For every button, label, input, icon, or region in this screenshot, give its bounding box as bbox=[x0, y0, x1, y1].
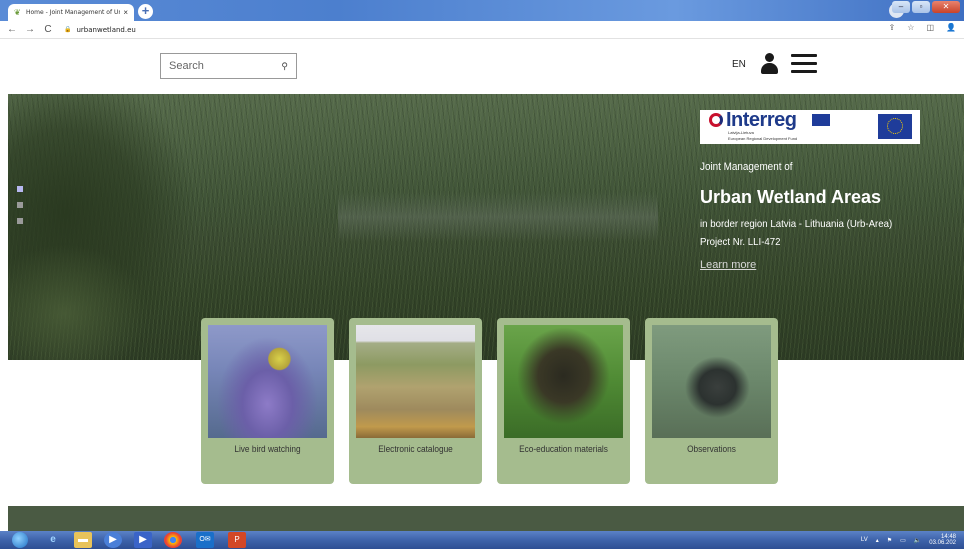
address-bar: ← → C 🔒 urbanwetland.eu ⇪ ☆ ◫ 👤 bbox=[0, 21, 964, 39]
card-eco-education[interactable]: Eco-education materials bbox=[497, 318, 630, 484]
system-tray: LV ▴ ⚑ ▭ 🔈 14:48 03.06.202 bbox=[861, 534, 956, 546]
card-label: Live bird watching bbox=[234, 444, 301, 454]
browser-tab[interactable]: ❦ Home - Joint Management of Ur × bbox=[8, 4, 134, 21]
interreg-logo: Interreg Latvija-Lietuva European Region… bbox=[700, 109, 920, 144]
media-icon[interactable]: ▶ bbox=[134, 532, 152, 548]
flag-icon[interactable]: ⚑ bbox=[887, 537, 892, 544]
url-text: urbanwetland.eu bbox=[76, 25, 136, 34]
lock-icon: 🔒 bbox=[64, 26, 72, 33]
start-button-icon[interactable] bbox=[12, 532, 28, 548]
forward-icon[interactable]: → bbox=[24, 24, 36, 35]
card-image bbox=[208, 325, 327, 438]
leaf-favicon-icon: ❦ bbox=[14, 7, 21, 17]
clock[interactable]: 14:48 03.06.202 bbox=[929, 534, 956, 546]
card-label: Observations bbox=[687, 444, 736, 454]
search-input[interactable] bbox=[169, 60, 282, 72]
address-bar-actions: ⇪ ☆ ◫ 👤 bbox=[889, 23, 956, 32]
learn-more-link[interactable]: Learn more bbox=[700, 259, 756, 271]
hamburger-menu-icon[interactable] bbox=[791, 54, 817, 74]
logo-subtitle: European Regional Development Fund bbox=[728, 136, 798, 141]
card-label: Eco-education materials bbox=[519, 444, 608, 454]
outlook-icon[interactable]: O✉ bbox=[196, 532, 214, 548]
site-header: ⚲ EN bbox=[0, 39, 964, 94]
back-icon[interactable]: ← bbox=[6, 24, 18, 35]
sidepanel-icon[interactable]: ◫ bbox=[926, 23, 934, 32]
star-icon[interactable]: ☆ bbox=[907, 23, 914, 32]
eu-flag-icon bbox=[812, 114, 830, 126]
slider-dot[interactable] bbox=[17, 186, 23, 192]
card-observations[interactable]: Observations bbox=[645, 318, 778, 484]
footer-band bbox=[8, 506, 964, 531]
url-field[interactable]: 🔒 urbanwetland.eu bbox=[64, 26, 136, 34]
hero-subtitle: Joint Management of bbox=[700, 161, 793, 173]
tab-close-icon[interactable]: × bbox=[123, 8, 128, 17]
card-image bbox=[356, 325, 475, 438]
interreg-swirl-icon bbox=[709, 113, 723, 127]
card-image bbox=[504, 325, 623, 438]
window-close-icon[interactable]: ✕ bbox=[932, 1, 960, 13]
os-taskbar: e ▬ ▶ ▶ O✉ P LV ▴ ⚑ ▭ 🔈 14:48 03.06.202 bbox=[0, 531, 964, 549]
card-label: Electronic catalogue bbox=[378, 444, 453, 454]
keyboard-language[interactable]: LV bbox=[861, 537, 868, 543]
logo-subtitle: Latvija-Lietuva bbox=[728, 130, 754, 135]
share-icon[interactable]: ⇪ bbox=[889, 23, 896, 32]
chrome-icon[interactable] bbox=[164, 532, 182, 548]
network-icon[interactable]: ▭ bbox=[900, 537, 906, 544]
new-tab-button[interactable]: + bbox=[138, 4, 153, 19]
tab-title: Home - Joint Management of Ur bbox=[26, 9, 121, 16]
user-icon[interactable] bbox=[759, 53, 779, 75]
meet-icon[interactable]: ▶ bbox=[104, 532, 122, 548]
browser-tabstrip: ❦ Home - Joint Management of Ur × + ⌄ – … bbox=[0, 0, 964, 21]
minimize-icon[interactable]: – bbox=[892, 1, 910, 13]
hero-title: Urban Wetland Areas bbox=[700, 187, 882, 207]
maximize-icon[interactable]: ▫ bbox=[912, 1, 930, 13]
slider-dot[interactable] bbox=[17, 218, 23, 224]
card-live-bird-watching[interactable]: Live bird watching bbox=[201, 318, 334, 484]
powerpoint-icon[interactable]: P bbox=[228, 532, 246, 548]
folder-icon[interactable]: ▬ bbox=[74, 532, 92, 548]
reload-icon[interactable]: C bbox=[42, 24, 54, 35]
eu-flag-icon bbox=[878, 114, 912, 139]
card-image bbox=[652, 325, 771, 438]
ie-icon[interactable]: e bbox=[44, 532, 62, 548]
window-controls: – ▫ ✕ bbox=[892, 1, 960, 13]
slider-dot[interactable] bbox=[17, 202, 23, 208]
profile-icon[interactable]: 👤 bbox=[946, 23, 956, 32]
search-icon[interactable]: ⚲ bbox=[281, 61, 288, 72]
language-selector[interactable]: EN bbox=[732, 59, 746, 70]
logo-text: Interreg bbox=[726, 109, 797, 131]
feature-cards: Live bird watching Electronic catalogue … bbox=[201, 318, 781, 484]
search-box: ⚲ bbox=[160, 53, 297, 79]
hero-description: in border region Latvia - Lithuania (Urb… bbox=[700, 218, 893, 248]
volume-icon[interactable]: 🔈 bbox=[914, 537, 921, 544]
card-electronic-catalogue[interactable]: Electronic catalogue bbox=[349, 318, 482, 484]
slider-dots bbox=[17, 186, 23, 224]
tray-arrow-icon[interactable]: ▴ bbox=[876, 537, 879, 544]
